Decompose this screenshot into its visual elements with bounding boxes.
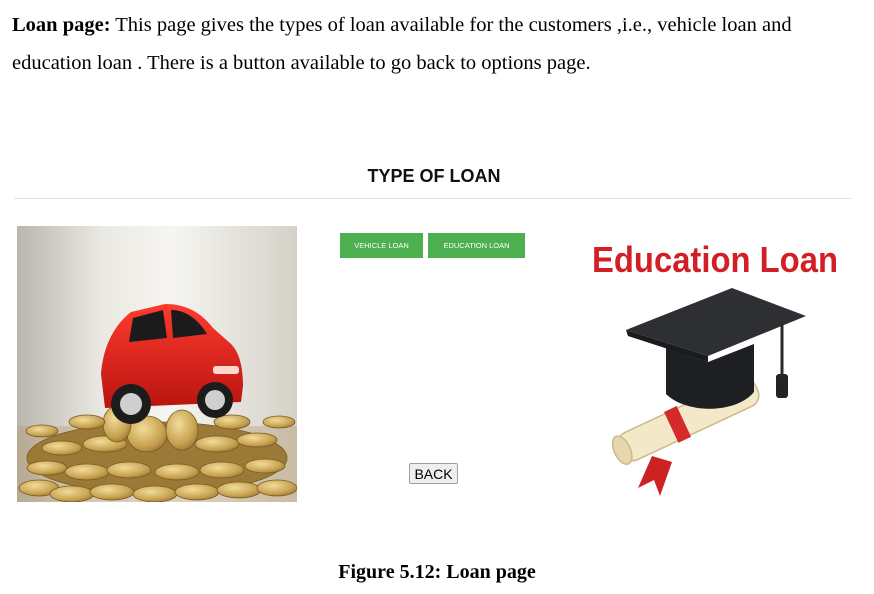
back-button[interactable]: BACK	[409, 463, 458, 484]
education-loan-image-text: Education Loan	[592, 239, 838, 280]
intro-text: This page gives the types of loan availa…	[12, 14, 792, 74]
car-on-coins-image	[17, 226, 297, 502]
figure-caption: Figure 5.12: Loan page	[338, 561, 536, 583]
vehicle-loan-button[interactable]: VEHICLE LOAN	[340, 233, 423, 258]
intro-heading: Loan page:	[12, 14, 111, 36]
graduation-cap-diploma-image: Education Loan	[576, 226, 854, 502]
title-divider	[14, 198, 852, 199]
loan-page-screenshot: TYPE OF LOAN VEHICLE LOAN EDUCATION LOAN…	[14, 150, 854, 510]
intro-paragraph: Loan page: This page gives the types of …	[12, 6, 864, 82]
education-loan-button[interactable]: EDUCATION LOAN	[428, 233, 525, 258]
page-title: TYPE OF LOAN	[367, 166, 501, 186]
